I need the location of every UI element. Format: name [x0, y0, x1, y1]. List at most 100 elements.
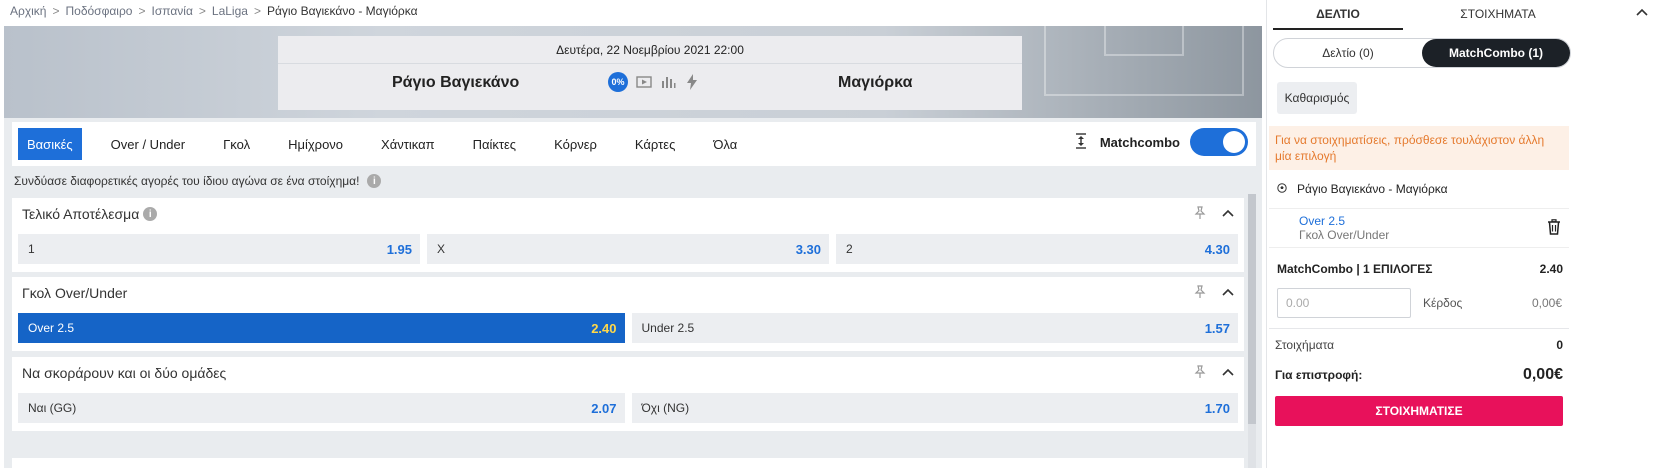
odd-label: Over 2.5: [28, 321, 75, 335]
tab-all[interactable]: Όλα: [704, 128, 746, 160]
odd-button-selected[interactable]: Over 2.5 2.40: [18, 313, 625, 343]
chevron-up-icon[interactable]: [1636, 6, 1648, 20]
profit-label: Κέρδος: [1423, 296, 1463, 310]
stats-icon[interactable]: [660, 74, 676, 90]
tab-handicap[interactable]: Χάντικαπ: [372, 128, 444, 160]
odd-button[interactable]: 2 4.30: [836, 234, 1238, 264]
scrollbar[interactable]: [1248, 194, 1256, 468]
market-title: Τελικό Αποτέλεσμα i: [22, 206, 158, 222]
odd-label: Under 2.5: [641, 321, 695, 335]
bets-count-row: Στοιχήματα 0: [1275, 338, 1563, 352]
pin-icon[interactable]: [1194, 365, 1206, 382]
market-title: Να σκοράρουν και οι δύο ομάδες: [22, 365, 226, 381]
away-team: Μαγιόρκα: [838, 74, 913, 91]
market-card: Να σκοράρουν και οι δύο ομάδες Ναι (GG) 2…: [12, 357, 1244, 431]
odd-price: 2.07: [591, 400, 617, 416]
odd-price: 1.57: [1204, 320, 1230, 336]
breadcrumb-laliga[interactable]: LaLiga: [212, 4, 248, 18]
pitch-line: [1104, 26, 1184, 56]
return-label: Για επιστροφή:: [1275, 368, 1363, 382]
return-row: Για επιστροφή: 0,00€: [1275, 366, 1563, 384]
matchcombo-hint: Συνδύασε διαφορετικές αγορές του ίδιου α…: [14, 174, 382, 188]
matchcombo-label: Matchcombo: [1099, 134, 1180, 150]
breadcrumb-spain[interactable]: Ισπανία: [151, 4, 192, 18]
toggle-knob: [1223, 131, 1245, 153]
combo-summary: MatchCombo | 1 ΕΠΙΛΟΓΕΣ 2.40: [1277, 262, 1563, 276]
breadcrumb-separator: >: [138, 4, 146, 18]
video-icon[interactable]: [636, 74, 652, 90]
betslip-mode-single[interactable]: Δελτίο (0): [1274, 39, 1422, 67]
chevron-up-icon[interactable]: [1222, 206, 1234, 223]
betslip-match: Ράγιο Βαγιεκάνο - Μαγιόρκα: [1277, 182, 1448, 196]
pin-icon[interactable]: [1194, 206, 1206, 223]
market-card: Τελικό Αποτέλεσμα i 1 1.95 X 3.30 2 4.30: [12, 198, 1244, 272]
odd-button[interactable]: X 3.30: [427, 234, 829, 264]
tab-over-under[interactable]: Over / Under: [102, 128, 194, 160]
hint-text: Συνδύασε διαφορετικές αγορές του ίδιου α…: [14, 174, 360, 188]
stake-input[interactable]: 0.00: [1277, 288, 1411, 318]
breadcrumb-home[interactable]: Αρχική: [10, 4, 46, 18]
pin-icon[interactable]: [1194, 285, 1206, 302]
tab-basic[interactable]: Βασικές: [18, 128, 82, 160]
matchcombo-toggle[interactable]: [1190, 128, 1248, 156]
betslip-match-name: Ράγιο Βαγιεκάνο - Μαγιόρκα: [1297, 182, 1448, 196]
scrollbar-thumb[interactable]: [1248, 194, 1256, 424]
match-date: Δευτέρα, 22 Νοεμβρίου 2021 22:00: [278, 36, 1022, 64]
percent-badge[interactable]: 0%: [608, 72, 628, 92]
market-title: Γκολ Over/Under: [22, 285, 127, 301]
main-panel: Δευτέρα, 22 Νοεμβρίου 2021 22:00 Ράγιο Β…: [4, 26, 1262, 468]
matchcombo-control: Matchcombo: [1072, 128, 1248, 156]
chevron-up-icon[interactable]: [1222, 365, 1234, 382]
combo-odds: 2.40: [1539, 262, 1563, 276]
betslip-tabs: ΔΕΛΤΙΟ ΣΤΟΙΧΗΜΑΤΑ: [1267, 0, 1658, 30]
tab-cards[interactable]: Κάρτες: [626, 128, 684, 160]
odd-button[interactable]: 1 1.95: [18, 234, 420, 264]
place-bet-button[interactable]: ΣΤΟΙΧΗΜΑΤΙΣΕ: [1275, 396, 1563, 426]
trash-icon[interactable]: [1547, 219, 1561, 235]
football-icon: [1277, 182, 1287, 196]
odd-button[interactable]: Ναι (GG) 2.07: [18, 393, 625, 423]
odd-price: 1.95: [386, 241, 412, 257]
chevron-up-icon[interactable]: [1222, 285, 1234, 302]
return-value: 0,00€: [1522, 366, 1563, 383]
tab-my-bets[interactable]: ΣΤΟΙΧΗΜΑΤΑ: [1433, 0, 1563, 30]
tab-corners[interactable]: Κόρνερ: [545, 128, 606, 160]
home-team: Ράγιο Βαγιεκάνο: [392, 74, 520, 91]
odd-price: 3.30: [795, 241, 821, 257]
tab-goals[interactable]: Γκολ: [214, 128, 259, 160]
odd-button[interactable]: Under 2.5 1.57: [631, 313, 1238, 343]
betslip-mode-switch: Δελτίο (0) MatchCombo (1): [1273, 38, 1571, 68]
info-icon[interactable]: i: [367, 174, 382, 188]
divider: [1269, 328, 1569, 329]
betslip-selection: Over 2.5 Γκολ Over/Under: [1269, 208, 1569, 248]
breadcrumb-football[interactable]: Ποδόσφαιρο: [65, 4, 132, 18]
betslip-sidebar: ΔΕΛΤΙΟ ΣΤΟΙΧΗΜΑΤΑ Δελτίο (0) MatchCombo …: [1266, 0, 1658, 468]
market-controls: [1194, 285, 1234, 302]
odd-label: 2: [846, 242, 853, 256]
lightning-icon[interactable]: [684, 74, 700, 90]
market-tabs: Βασικές Over / Under Γκολ Ημίχρονο Χάντι…: [12, 122, 1256, 166]
tab-halftime[interactable]: Ημίχρονο: [279, 128, 352, 160]
clear-button[interactable]: Καθαρισμός: [1277, 82, 1357, 114]
tab-betslip[interactable]: ΔΕΛΤΙΟ: [1273, 0, 1403, 30]
odd-button[interactable]: Όχι (NG) 1.70: [631, 393, 1238, 423]
tab-players[interactable]: Παίκτες: [464, 128, 526, 160]
odd-label: Ναι (GG): [28, 401, 77, 415]
odds-row: 1 1.95 X 3.30 2 4.30: [18, 234, 1238, 264]
warning-message: Για να στοιχηματίσεις, πρόσθεσε τουλάχισ…: [1269, 126, 1569, 170]
odds-row: Over 2.5 2.40 Under 2.5 1.57: [18, 313, 1238, 343]
match-icons: 0%: [608, 72, 700, 92]
market-controls: [1194, 206, 1234, 223]
betslip-mode-matchcombo[interactable]: MatchCombo (1): [1422, 39, 1570, 67]
profit-value: 0,00€: [1531, 296, 1562, 310]
bets-label: Στοιχήματα: [1275, 338, 1335, 352]
expand-vertical-icon[interactable]: [1072, 132, 1090, 152]
odd-price: 2.40: [591, 320, 617, 336]
info-icon[interactable]: i: [143, 207, 158, 221]
odd-price: 4.30: [1204, 241, 1230, 257]
breadcrumb: Αρχική > Ποδόσφαιρο > Ισπανία > LaLiga >…: [10, 4, 418, 18]
match-hero-banner: Δευτέρα, 22 Νοεμβρίου 2021 22:00 Ράγιο Β…: [4, 26, 1262, 118]
market-title-text: Τελικό Αποτέλεσμα: [22, 206, 140, 222]
page: Αρχική > Ποδόσφαιρο > Ισπανία > LaLiga >…: [0, 0, 1658, 468]
market-controls: [1194, 365, 1234, 382]
